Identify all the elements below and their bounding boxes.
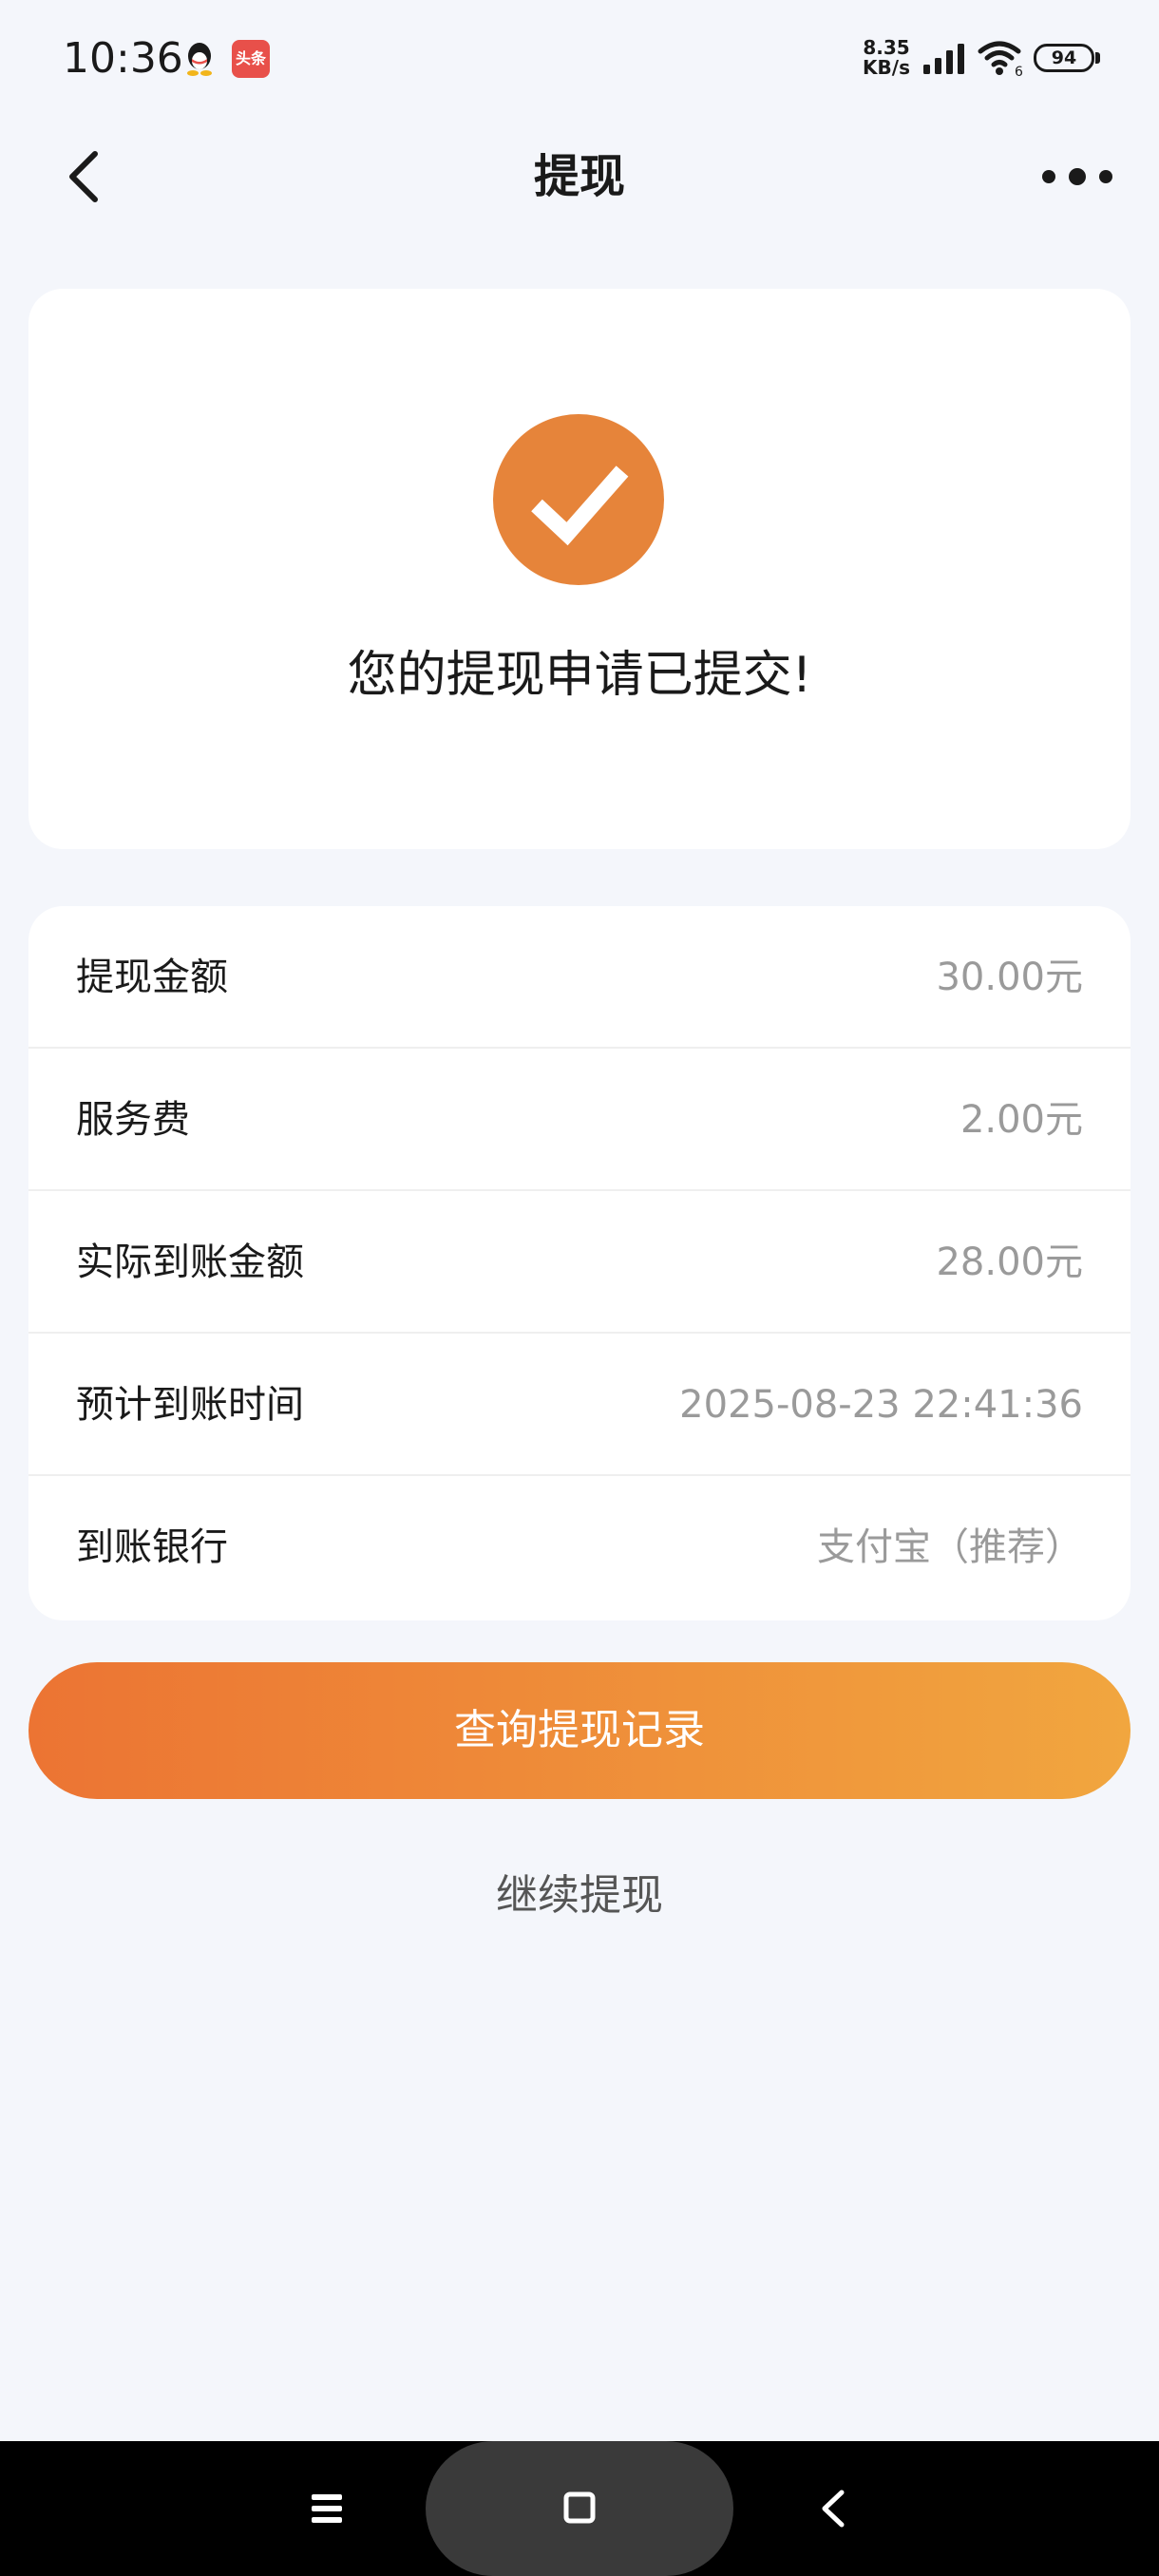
status-time: 10:36 bbox=[63, 34, 183, 83]
detail-label: 到账银行 bbox=[76, 1525, 228, 1569]
detail-value: 30.00元 bbox=[936, 956, 1083, 999]
home-square-icon[interactable] bbox=[560, 2489, 598, 2527]
detail-value: 2025-08-23 22:41:36 bbox=[679, 1383, 1083, 1427]
detail-label: 服务费 bbox=[76, 1098, 190, 1142]
network-speed-unit: KB/s bbox=[863, 56, 910, 79]
detail-value: 28.00元 bbox=[936, 1241, 1083, 1284]
success-message: 您的提现申请已提交! bbox=[347, 647, 812, 704]
wifi-icon: 6 bbox=[978, 41, 1023, 78]
query-withdrawal-records-button[interactable]: 查询提现记录 bbox=[28, 1662, 1130, 1799]
qq-icon bbox=[187, 43, 212, 76]
detail-row-estimated-time: 预计到账时间 2025-08-23 22:41:36 bbox=[28, 1334, 1130, 1476]
system-nav-bar bbox=[0, 2441, 1159, 2576]
details-card: 提现金额 30.00元 服务费 2.00元 实际到账金额 28.00元 预计到账… bbox=[28, 906, 1130, 1620]
detail-label: 预计到账时间 bbox=[76, 1383, 304, 1427]
detail-value: 支付宝（推荐） bbox=[817, 1525, 1083, 1569]
network-speed-value: 8.35 bbox=[863, 36, 910, 59]
battery-indicator: 94 bbox=[1034, 44, 1094, 72]
battery-tip bbox=[1095, 52, 1100, 64]
detail-row-actual-amount: 实际到账金额 28.00元 bbox=[28, 1191, 1130, 1334]
detail-row-amount: 提现金额 30.00元 bbox=[28, 906, 1130, 1049]
back-triangle-icon[interactable] bbox=[813, 2487, 851, 2530]
status-bar: 10:36 头条 8.35 KB/s 6 94 bbox=[0, 0, 1159, 118]
network-speed: 8.35 KB/s bbox=[857, 38, 916, 78]
menu-icon[interactable] bbox=[302, 2487, 352, 2530]
detail-label: 提现金额 bbox=[76, 956, 228, 999]
toutiao-icon: 头条 bbox=[232, 40, 270, 78]
toutiao-label: 头条 bbox=[235, 49, 266, 67]
more-dots-icon[interactable] bbox=[1039, 146, 1115, 207]
detail-row-bank: 到账银行 支付宝（推荐） bbox=[28, 1476, 1130, 1619]
nav-bar: 提现 bbox=[0, 118, 1159, 241]
detail-value: 2.00元 bbox=[960, 1098, 1083, 1142]
page-title: 提现 bbox=[533, 150, 625, 203]
detail-label: 实际到账金额 bbox=[76, 1241, 304, 1284]
svg-text:6: 6 bbox=[1015, 65, 1023, 78]
detail-row-service-fee: 服务费 2.00元 bbox=[28, 1049, 1130, 1191]
check-circle-icon bbox=[493, 414, 664, 585]
continue-withdraw-link[interactable]: 继续提现 bbox=[0, 1866, 1159, 1926]
signal-icon bbox=[923, 44, 964, 74]
success-card: 您的提现申请已提交! bbox=[28, 289, 1130, 849]
